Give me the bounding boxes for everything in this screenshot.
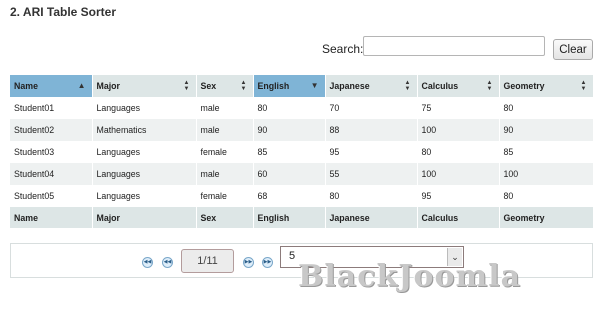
table-cell: Student02 — [10, 119, 93, 141]
table-row: Student03 Languages female 85 95 80 85 — [10, 141, 594, 163]
prev-page-icon[interactable]: ◀◀ — [162, 257, 173, 268]
table-cell: 90 — [253, 119, 326, 141]
table-cell: 100 — [499, 163, 594, 185]
next-page-icon[interactable]: ▶▶ — [243, 257, 254, 268]
table-cell: male — [196, 119, 254, 141]
column-footer: English — [253, 207, 326, 228]
table-cell: Languages — [92, 97, 197, 119]
column-footer: Geometry — [499, 207, 594, 228]
column-header-calculus[interactable]: Calculus ▲ ▼ — [417, 75, 500, 97]
table-cell: male — [196, 163, 254, 185]
table-row: Student04 Languages male 60 55 100 100 — [10, 163, 594, 185]
table-cell: 80 — [325, 185, 418, 207]
table-cell: 85 — [253, 141, 326, 163]
table-cell: Languages — [92, 163, 197, 185]
table-cell: 90 — [499, 119, 594, 141]
column-footer: Major — [92, 207, 197, 228]
table-header-row: Name ▲ Major ▲ ▼ Sex ▲ ▼ English ▼ Japanese ▲ ▼ … — [10, 75, 594, 97]
table-cell: 95 — [417, 185, 500, 207]
student-table: Name ▲ Major ▲ ▼ Sex ▲ ▼ English ▼ Japanese ▲ ▼ … — [10, 75, 594, 228]
first-page-icon[interactable]: ◀◀ — [142, 257, 153, 268]
table-footer-row: Name Major Sex English Japanese Calculus… — [10, 207, 594, 228]
column-header-label: Name — [14, 81, 38, 91]
table-cell: 100 — [417, 163, 500, 185]
table-cell: 100 — [417, 119, 500, 141]
table-cell: female — [196, 141, 254, 163]
column-footer: Sex — [196, 207, 254, 228]
table-cell: 80 — [417, 141, 500, 163]
table-cell: Student01 — [10, 97, 93, 119]
search-input[interactable] — [363, 36, 545, 56]
column-header-label: Geometry — [503, 81, 545, 91]
table-row: Student01 Languages male 80 70 75 80 — [10, 97, 594, 119]
table-cell: 55 — [325, 163, 418, 185]
sort-both-icon: ▲ ▼ — [240, 80, 247, 92]
search-label: Search: — [322, 42, 364, 56]
table-cell: female — [196, 185, 254, 207]
sort-both-icon: ▲ ▼ — [183, 80, 190, 92]
last-page-icon[interactable]: ▶▶ — [262, 257, 273, 268]
section-title: 2. ARI Table Sorter — [10, 5, 117, 19]
table-cell: Student05 — [10, 185, 93, 207]
page-size-value: 5 — [289, 250, 296, 262]
column-header-english[interactable]: English ▼ — [253, 75, 326, 97]
column-header-japanese[interactable]: Japanese ▲ ▼ — [325, 75, 418, 97]
table-row: Student05 Languages female 68 80 95 80 — [10, 185, 594, 207]
table-cell: Mathematics — [92, 119, 197, 141]
table-cell: 85 — [499, 141, 594, 163]
column-footer: Japanese — [325, 207, 418, 228]
table-cell: male — [196, 97, 254, 119]
table-cell: 60 — [253, 163, 326, 185]
sort-both-icon: ▲ ▼ — [580, 80, 587, 92]
table-row: Student02 Mathematics male 90 88 100 90 — [10, 119, 594, 141]
column-header-label: Calculus — [421, 81, 459, 91]
sort-both-icon: ▲ ▼ — [486, 80, 493, 92]
table-cell: 70 — [325, 97, 418, 119]
column-header-label: Sex — [200, 81, 217, 91]
table-cell: 88 — [325, 119, 418, 141]
table-cell: 68 — [253, 185, 326, 207]
column-header-geometry[interactable]: Geometry ▲ ▼ — [499, 75, 594, 97]
column-footer: Calculus — [417, 207, 500, 228]
table-cell: Student04 — [10, 163, 93, 185]
column-header-name[interactable]: Name ▲ — [10, 75, 93, 97]
column-header-sex[interactable]: Sex ▲ ▼ — [196, 75, 254, 97]
sort-desc-icon: ▼ — [310, 81, 319, 90]
page-indicator: 1/11 — [181, 249, 234, 273]
column-footer: Name — [10, 207, 93, 228]
table-cell: 80 — [253, 97, 326, 119]
column-header-major[interactable]: Major ▲ ▼ — [92, 75, 197, 97]
table-cell: Student03 — [10, 141, 93, 163]
table-cell: 75 — [417, 97, 500, 119]
sort-both-icon: ▲ ▼ — [404, 80, 411, 92]
table-cell: 80 — [499, 185, 594, 207]
table-cell: Languages — [92, 141, 197, 163]
table-cell: 95 — [325, 141, 418, 163]
sort-asc-icon: ▲ — [77, 81, 86, 90]
table-cell: 80 — [499, 97, 594, 119]
column-header-label: English — [257, 81, 290, 91]
column-header-label: Japanese — [329, 81, 370, 91]
table-cell: Languages — [92, 185, 197, 207]
watermark-logo: BlackJoomla — [298, 259, 522, 294]
column-header-label: Major — [96, 81, 120, 91]
clear-button[interactable]: Clear — [553, 39, 593, 60]
